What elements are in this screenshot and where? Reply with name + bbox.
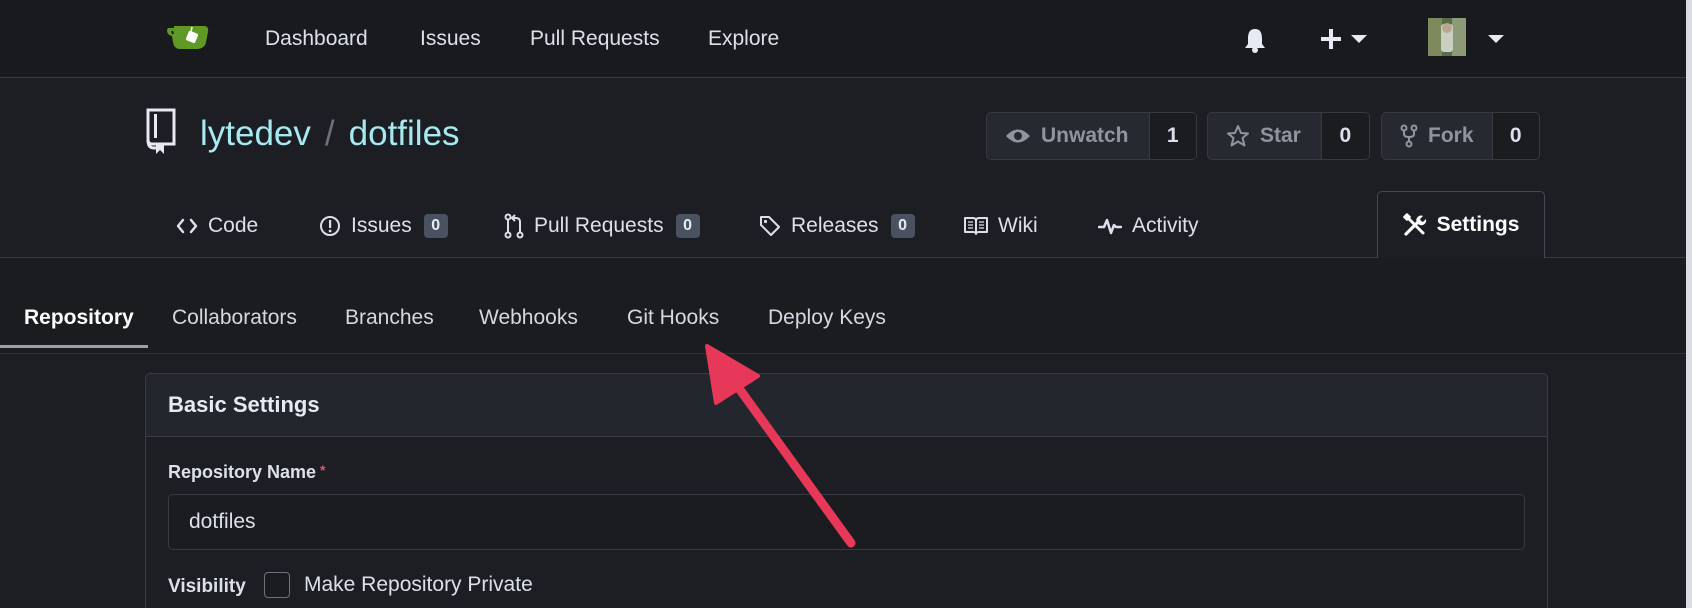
fork-label: Fork (1428, 124, 1474, 147)
top-navbar: Dashboard Issues Pull Requests Explore (0, 0, 1692, 78)
plus-icon[interactable] (1320, 28, 1342, 50)
tab-issues[interactable]: Issues 0 (319, 212, 448, 240)
pull-request-icon (504, 213, 524, 239)
private-checkbox[interactable] (264, 572, 290, 598)
subnav-repository[interactable]: Repository (24, 305, 134, 331)
unwatch-button[interactable]: Unwatch (987, 113, 1149, 159)
private-checkbox-label[interactable]: Make Repository Private (304, 573, 533, 597)
nav-pull-requests[interactable]: Pull Requests (530, 26, 660, 52)
pulls-count-badge: 0 (675, 214, 700, 238)
eye-icon (1005, 127, 1031, 145)
tab-releases[interactable]: Releases 0 (759, 212, 915, 240)
repo-name-link[interactable]: dotfiles (349, 114, 460, 153)
visibility-label: Visibility (168, 576, 246, 597)
nav-issues[interactable]: Issues (420, 26, 481, 52)
repo-title: lytedev / dotfiles (200, 112, 460, 156)
panel-title: Basic Settings (146, 374, 1547, 437)
star-icon (1226, 124, 1250, 148)
star-button[interactable]: Star (1208, 113, 1321, 159)
tab-code-label: Code (208, 214, 259, 237)
settings-subnav: Repository Collaborators Branches Webhoo… (0, 258, 1692, 354)
repository-name-label-text: Repository Name (168, 462, 317, 482)
tab-settings[interactable]: Settings (1377, 191, 1545, 258)
releases-count-badge: 0 (890, 214, 915, 238)
repository-name-input[interactable] (168, 494, 1525, 550)
nav-dashboard[interactable]: Dashboard (265, 26, 368, 52)
issues-count-badge: 0 (423, 214, 448, 238)
unwatch-label: Unwatch (1041, 124, 1129, 147)
pulse-icon (1098, 216, 1122, 236)
tools-icon (1402, 213, 1427, 237)
subnav-git-hooks[interactable]: Git Hooks (627, 305, 719, 331)
watch-button-group: Unwatch 1 (986, 112, 1197, 160)
issue-icon (319, 215, 341, 237)
tab-issues-label: Issues (351, 214, 412, 237)
tab-wiki-label: Wiki (998, 214, 1038, 237)
window-edge (1686, 0, 1692, 608)
subnav-collaborators[interactable]: Collaborators (172, 305, 297, 331)
fork-icon (1400, 124, 1418, 148)
book-icon (964, 216, 988, 236)
subnav-webhooks[interactable]: Webhooks (479, 305, 578, 331)
subnav-branches[interactable]: Branches (345, 305, 434, 331)
code-icon (176, 217, 198, 235)
fork-count[interactable]: 0 (1491, 113, 1539, 159)
tab-activity[interactable]: Activity (1098, 212, 1199, 240)
repo-owner-link[interactable]: lytedev (200, 114, 311, 153)
active-subnav-indicator (0, 345, 148, 348)
subnav-deploy-keys[interactable]: Deploy Keys (768, 305, 886, 331)
avatar[interactable] (1428, 18, 1466, 56)
tab-settings-label: Settings (1436, 213, 1520, 236)
nav-explore[interactable]: Explore (708, 26, 779, 52)
tab-code[interactable]: Code (176, 212, 258, 240)
basic-settings-panel: Basic Settings Repository Name* Visibili… (145, 373, 1548, 608)
repository-name-label: Repository Name * (168, 462, 326, 483)
tab-pull-requests[interactable]: Pull Requests 0 (504, 212, 700, 240)
caret-down-icon[interactable] (1487, 34, 1505, 44)
tag-icon (759, 215, 781, 237)
star-count[interactable]: 0 (1320, 113, 1369, 159)
tab-pull-requests-label: Pull Requests (534, 214, 664, 237)
tab-activity-label: Activity (1132, 214, 1199, 237)
required-marker: * (320, 462, 326, 478)
caret-down-icon[interactable] (1350, 34, 1368, 44)
fork-button[interactable]: Fork (1382, 113, 1492, 159)
watch-count[interactable]: 1 (1148, 113, 1196, 159)
tab-releases-label: Releases (791, 214, 879, 237)
star-button-group: Star 0 (1207, 112, 1370, 160)
fork-button-group: Fork 0 (1381, 112, 1540, 160)
bell-icon[interactable] (1243, 27, 1267, 53)
tab-wiki[interactable]: Wiki (964, 212, 1038, 240)
gitea-logo-icon[interactable] (166, 22, 210, 52)
star-label: Star (1260, 124, 1301, 147)
repo-book-icon (144, 108, 178, 154)
repo-separator: / (324, 114, 335, 153)
